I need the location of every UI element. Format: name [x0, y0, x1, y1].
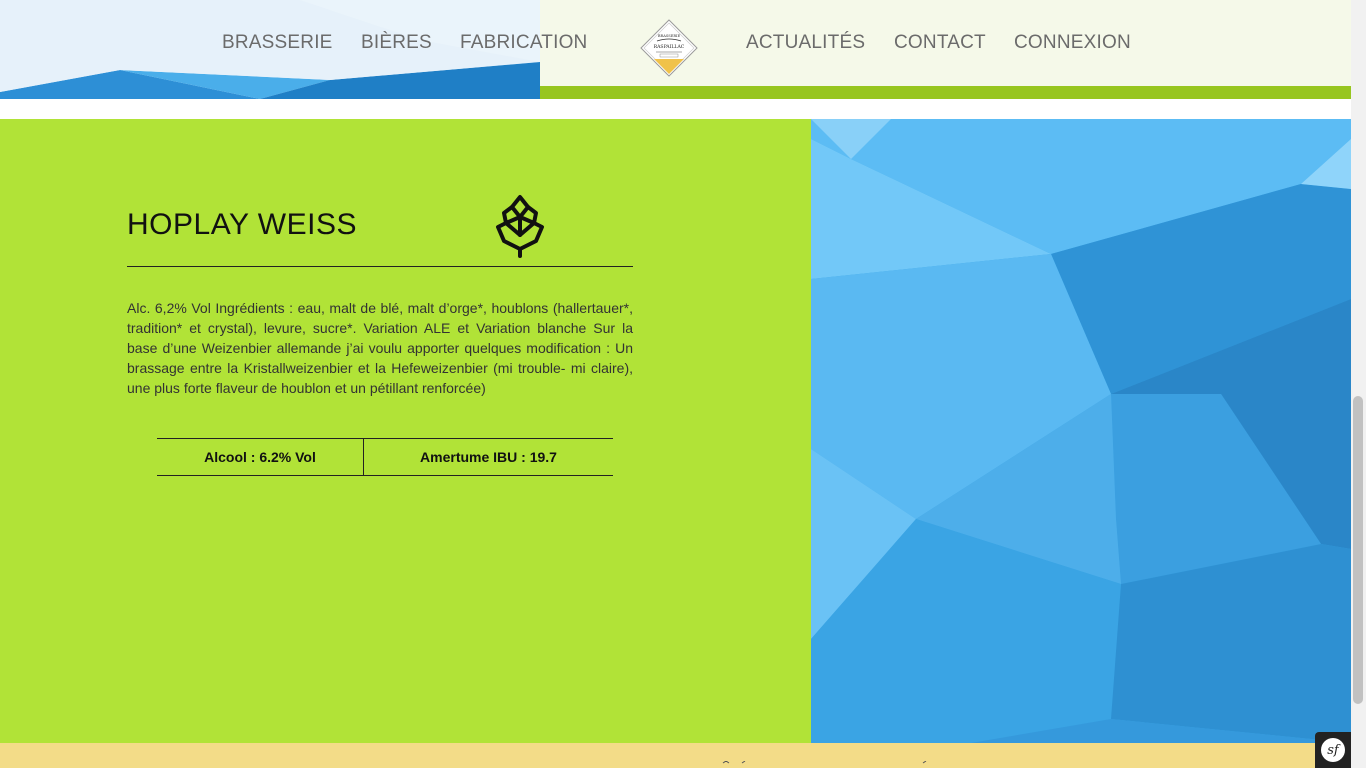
- beer-stats: Alcool : 6.2% Vol Amertume IBU : 19.7: [157, 438, 613, 476]
- beer-detail-panel: [0, 119, 811, 743]
- page-scrollbar-thumb[interactable]: [1353, 396, 1363, 704]
- hop-icon: [492, 193, 548, 259]
- beer-title: HOPLAY WEISS: [127, 208, 357, 241]
- nav-link-bieres[interactable]: BIÈRES: [361, 32, 432, 54]
- nav-link-actualites[interactable]: ACTUALITÉS: [746, 32, 865, 54]
- stat-alcohol: Alcool : 6.2% Vol: [157, 439, 364, 475]
- logo-line2: RASPAILLAC: [654, 44, 685, 50]
- beer-description: Alc. 6,2% Vol Ingrédients : eau, malt de…: [127, 300, 633, 396]
- title-divider: [127, 266, 633, 267]
- nav-link-contact[interactable]: CONTACT: [894, 32, 986, 54]
- brand-logo[interactable]: BRASSERIE RASPAILLAC: [640, 19, 698, 77]
- debug-toolbar-button[interactable]: sf: [1315, 732, 1351, 768]
- nav-link-connexion[interactable]: CONNEXION: [1014, 32, 1131, 54]
- nav-link-fabrication[interactable]: FABRICATION: [460, 32, 587, 54]
- footer: [0, 743, 1351, 768]
- symfony-icon: sf: [1321, 738, 1345, 762]
- header-accent-strip: [540, 86, 1351, 99]
- decorative-polygon-background: [811, 119, 1351, 743]
- logo-line1: BRASSERIE: [658, 34, 681, 38]
- stat-bitterness: Amertume IBU : 19.7: [420, 449, 557, 465]
- footer-text-fragment: [722, 761, 927, 764]
- main-navigation: BRASSERIE BIÈRES FABRICATION BRASSERIE R…: [0, 0, 1351, 86]
- header-spacer: [0, 99, 1351, 119]
- nav-link-brasserie[interactable]: BRASSERIE: [222, 32, 333, 54]
